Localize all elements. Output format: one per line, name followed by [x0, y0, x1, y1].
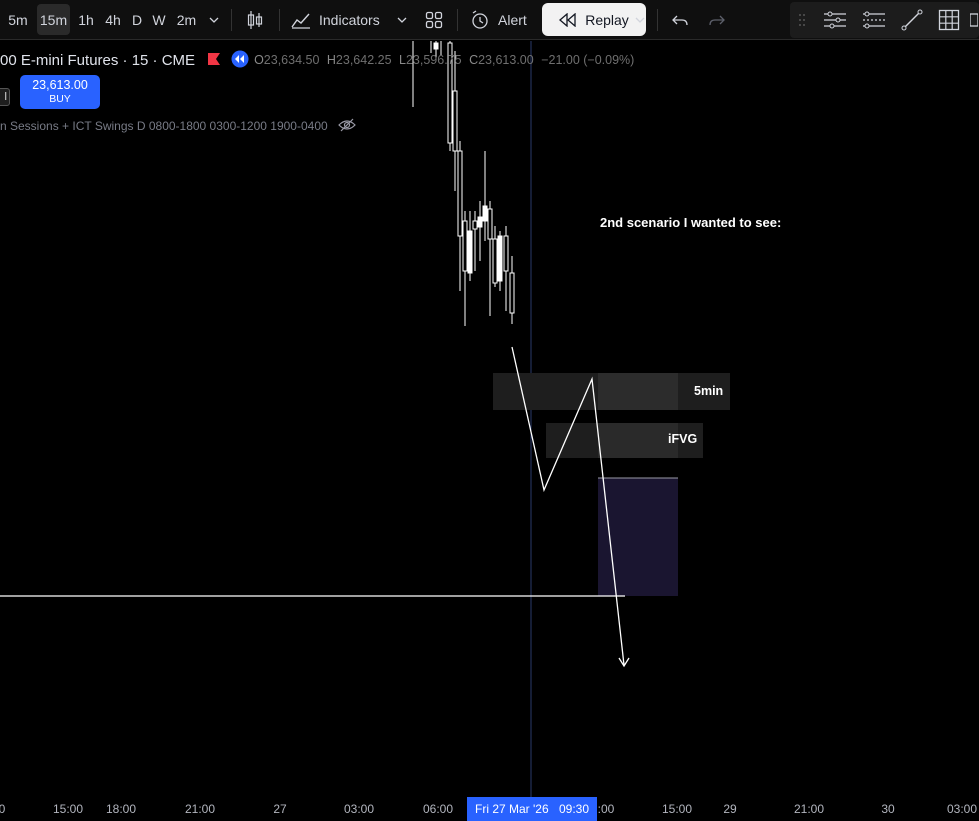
time-tick: 29 — [723, 802, 737, 816]
high-value: 23,642.25 — [335, 53, 392, 67]
indicator-legend[interactable]: n Sessions + ICT Swings D 0800-1800 0300… — [0, 117, 356, 135]
indicators-icon — [291, 11, 311, 29]
zone-ifvg-label: iFVG — [668, 432, 698, 446]
replay-rewind-icon[interactable] — [231, 50, 249, 71]
indicators-dropdown-icon[interactable] — [391, 4, 413, 35]
crosshair-date: Fri 27 Mar '26 — [475, 802, 549, 816]
candle-body — [452, 90, 458, 152]
trend-line-tool-icon[interactable] — [896, 4, 928, 35]
time-tick: 21:00 — [184, 802, 216, 816]
more-tools-icon[interactable] — [968, 4, 979, 35]
crosshair-time-label: Fri 27 Mar '26 09:30 — [467, 797, 597, 821]
high-key: H — [326, 53, 336, 67]
time-tick: 18:00 — [105, 802, 137, 816]
annotation-text[interactable]: 2nd scenario I wanted to see: — [600, 215, 781, 230]
toolbar-divider — [231, 9, 232, 31]
time-tick: 30 — [881, 802, 895, 816]
close-value: 23,613.00 — [478, 53, 534, 67]
low-key: L — [399, 53, 406, 67]
low-value: 23,596.75 — [405, 53, 462, 67]
zone-5min-label: 5min — [694, 384, 724, 398]
symbol-title[interactable]: 00 E-mini Futures · 15 · CME — [0, 52, 195, 69]
price-chart[interactable] — [0, 41, 979, 797]
interval-w[interactable]: W — [149, 4, 169, 35]
candle-body — [433, 42, 439, 50]
buy-price: 23,613.00 — [32, 78, 88, 92]
candle-body — [509, 272, 515, 314]
grid-tool-icon[interactable] — [933, 4, 965, 35]
indicators-button[interactable]: Indicators — [287, 4, 391, 35]
candle-body — [482, 205, 488, 222]
buy-button[interactable]: 23,613.00 BUY — [20, 75, 100, 109]
replay-dropdown-icon[interactable] — [629, 4, 651, 35]
top-toolbar: 5m 15m 1h 4h D W 2m Indicators Alert Rep… — [0, 0, 979, 40]
layouts-grid-icon[interactable] — [419, 4, 449, 35]
time-tick: 0 — [0, 802, 6, 816]
candle-body — [462, 220, 468, 272]
candle-type-icon[interactable] — [239, 4, 271, 35]
interval-d[interactable]: D — [128, 4, 146, 35]
interval-15m[interactable]: 15m — [37, 4, 70, 35]
replay-icon — [559, 12, 577, 27]
crosshair-time: 09:30 — [558, 802, 589, 816]
buy-label: BUY — [49, 93, 71, 105]
toolbar-divider — [657, 9, 658, 31]
horizontal-lines-tool-icon[interactable] — [818, 4, 852, 35]
candle-body — [492, 238, 498, 284]
zone-5min-highlight — [598, 373, 678, 410]
candle-body — [487, 208, 493, 240]
candle-body — [467, 230, 473, 274]
zone-ifvg-highlight — [598, 423, 678, 458]
interval-4h[interactable]: 4h — [101, 4, 125, 35]
hide-eye-icon[interactable] — [337, 118, 356, 135]
indicators-label: Indicators — [319, 11, 380, 28]
time-tick: 15:00 — [52, 802, 84, 816]
interval-2m[interactable]: 2m — [173, 4, 200, 35]
time-tick: 21:00 — [793, 802, 825, 816]
candle-body — [497, 235, 503, 282]
interval-5m[interactable]: 5m — [3, 4, 33, 35]
interval-dropdown-icon[interactable] — [203, 4, 225, 35]
parallel-channel-tool-icon[interactable] — [857, 4, 891, 35]
candle-body — [457, 150, 463, 237]
market-status-flag-icon — [207, 52, 221, 69]
candle-body — [503, 235, 509, 272]
alert-label: Alert — [498, 11, 527, 28]
change-value: −21.00 (−0.09%) — [541, 53, 635, 67]
open-key: O — [254, 53, 264, 67]
ohlc-values: O23,634.50 H23,642.25 L23,596.75 C23,613… — [254, 53, 634, 67]
undo-icon[interactable] — [666, 4, 694, 35]
time-tick: :00 — [597, 802, 615, 816]
close-key: C — [469, 53, 479, 67]
time-tick: 03:00 — [343, 802, 375, 816]
open-value: 23,634.50 — [263, 53, 320, 67]
replay-label: Replay — [585, 11, 629, 28]
time-tick: 06:00 — [422, 802, 454, 816]
drag-handle-icon[interactable] — [795, 4, 809, 35]
toolbar-divider — [279, 9, 280, 31]
time-tick: 27 — [273, 802, 287, 816]
time-tick: 03:00 — [946, 802, 978, 816]
candle-body — [477, 216, 483, 228]
alert-button[interactable]: Alert — [467, 4, 540, 35]
candle-body — [472, 220, 478, 230]
time-tick: 15:00 — [661, 802, 693, 816]
indicator-label: n Sessions + ICT Swings D 0800-1800 0300… — [0, 119, 328, 133]
candlesticks — [412, 41, 515, 326]
symbol-legend: 00 E-mini Futures · 15 · CME O23,634.50 … — [0, 50, 634, 70]
interval-1h[interactable]: 1h — [74, 4, 98, 35]
redo-icon[interactable] — [703, 4, 731, 35]
toolbar-divider — [457, 9, 458, 31]
sell-button[interactable]: l — [0, 88, 10, 106]
alarm-clock-icon — [470, 9, 490, 30]
